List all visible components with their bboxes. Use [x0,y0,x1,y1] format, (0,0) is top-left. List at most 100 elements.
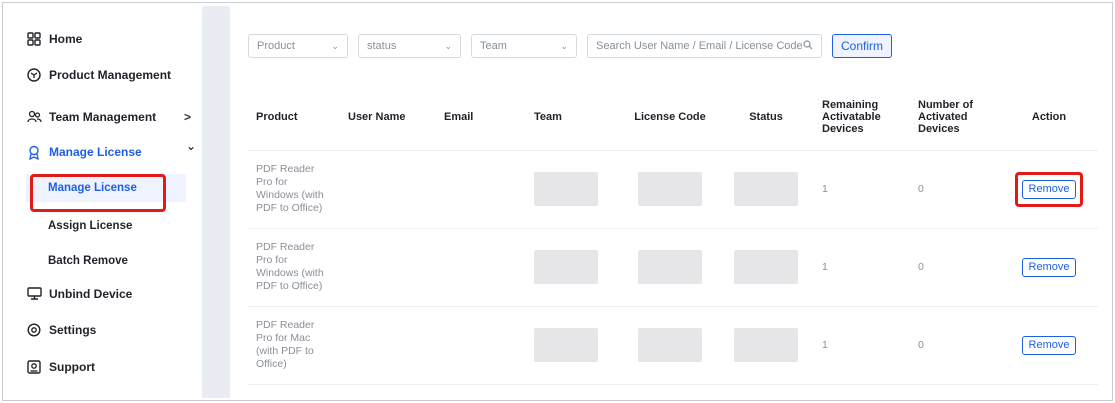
email-cell [436,306,526,385]
column-header: Email [436,84,526,151]
support-icon [26,359,42,375]
column-header: User Name [340,84,436,151]
chevron-right-icon: > [183,110,191,124]
redacted-placeholder [534,328,598,362]
sidebar-item-label: Settings [49,323,97,337]
status-cell [718,150,814,229]
license-code-cell [622,228,718,307]
redacted-placeholder [734,328,798,362]
product-select[interactable]: Product ⌄ [248,34,348,58]
table-row: PDF Reader Pro for Mac (with PDF to Offi… [248,306,1098,385]
user-name-cell [340,306,436,385]
chevron-down-icon: ⌄ [444,40,452,51]
chevron-down-icon: ⌄ [185,139,196,153]
status-select[interactable]: status ⌄ [358,34,461,58]
license-code-cell [622,306,718,385]
app-window: Home Product Management Team Management … [0,0,1115,403]
remove-button[interactable]: Remove [1021,335,1077,355]
license-code-cell [622,150,718,229]
cube-icon [26,67,42,83]
activated-cell: 0 [910,228,1000,307]
email-cell [436,228,526,307]
select-value: Team [480,40,507,52]
team-cell [526,150,622,229]
user-name-cell [340,150,436,229]
main-content: Product ⌄ status ⌄ Team ⌄ Search User Na… [230,6,1106,398]
redacted-placeholder [534,172,598,206]
sidebar-item-home[interactable]: Home [26,28,82,50]
action-cell: Remove [1000,150,1098,229]
action-cell: Remove [1000,228,1098,307]
redacted-placeholder [638,250,702,284]
grid-icon [26,31,42,47]
redacted-placeholder [734,172,798,206]
search-input[interactable]: Search User Name / Email / License Code [587,34,822,58]
license-table: Product User Name Email Team License Cod… [248,84,1098,385]
sub-item-assign-license[interactable]: Assign License [26,212,186,240]
product-cell: PDF Reader Pro for Windows (with PDF to … [248,228,340,307]
column-header: Remaining Activatable Devices [814,84,910,151]
table-row: PDF Reader Pro for Windows (with PDF to … [248,228,1098,307]
search-placeholder: Search User Name / Email / License Code [596,40,803,52]
table-header-row: Product User Name Email Team License Cod… [248,84,1098,151]
sub-item-batch-remove[interactable]: Batch Remove [26,247,186,275]
sidebar-item-unbind-device[interactable]: Unbind Device [26,283,132,305]
filter-bar: Product ⌄ status ⌄ Team ⌄ Search User Na… [248,34,893,58]
sub-item-label: Batch Remove [48,255,128,267]
sub-item-label: Assign License [48,220,133,232]
team-select[interactable]: Team ⌄ [471,34,577,58]
redacted-placeholder [734,250,798,284]
product-cell: PDF Reader Pro for Windows (with PDF to … [248,150,340,229]
column-header: Status [718,84,814,151]
sidebar-item-team-management[interactable]: Team Management > [26,106,191,128]
table-row: PDF Reader Pro for Windows (with PDF to … [248,150,1098,229]
chevron-down-icon: ⌄ [560,40,568,51]
sidebar-item-label: Home [49,32,83,46]
remove-button[interactable]: Remove [1021,257,1077,277]
select-value: status [367,40,397,52]
status-cell [718,306,814,385]
team-cell [526,306,622,385]
search-icon [803,39,813,53]
remaining-cell: 1 [814,306,910,385]
sub-item-manage-license[interactable]: Manage License [26,174,186,202]
activated-cell: 0 [910,306,1000,385]
sidebar-divider [202,6,230,398]
activated-cell: 0 [910,150,1000,229]
email-cell [436,150,526,229]
product-cell: PDF Reader Pro for Mac (with PDF to Offi… [248,306,340,385]
user-name-cell [340,228,436,307]
select-value: Product [257,40,295,52]
monitor-icon [26,286,42,302]
remaining-cell: 1 [814,228,910,307]
sidebar-item-label: Support [49,360,95,374]
team-icon [26,109,42,125]
sidebar-item-manage-license[interactable]: Manage License ⌄ [26,139,196,163]
sidebar-item-settings[interactable]: Settings [26,319,96,341]
column-header: Number of Activated Devices [910,84,1000,151]
column-header: License Code [622,84,718,151]
redacted-placeholder [638,172,702,206]
redacted-placeholder [534,250,598,284]
highlight-box: Remove [1014,171,1084,207]
sidebar: Home Product Management Team Management … [6,6,202,398]
sidebar-item-label: Team Management [49,110,157,124]
confirm-button[interactable]: Confirm [832,34,893,58]
sidebar-item-support[interactable]: Support [26,356,95,378]
column-header: Action [1000,84,1098,151]
column-header: Product [248,84,340,151]
sidebar-item-label: Unbind Device [49,287,133,301]
sidebar-item-label: Manage License [49,145,142,159]
status-cell [718,228,814,307]
redacted-placeholder [638,328,702,362]
remaining-cell: 1 [814,150,910,229]
chevron-down-icon: ⌄ [331,40,339,51]
sidebar-item-product-management[interactable]: Product Management [26,64,171,86]
remove-button[interactable]: Remove [1021,179,1077,199]
sub-item-label: Manage License [48,182,137,194]
gear-icon [26,322,42,338]
team-cell [526,228,622,307]
sidebar-item-label: Product Management [49,68,172,82]
badge-icon [26,144,42,160]
column-header: Team [526,84,622,151]
